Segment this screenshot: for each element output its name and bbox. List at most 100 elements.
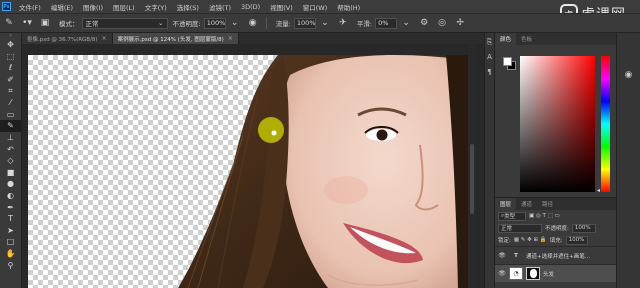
color-panel-tabs: 颜色 色板 [495,33,616,45]
flow-input[interactable]: 100% [293,17,316,29]
layer-filter-select[interactable]: ⌕ 类型 [498,211,526,221]
rectangle-tool-icon[interactable]: □ [0,236,21,248]
toolbox: » ✥ ⬚ ℓ ✐ ⌗ ⁄ ▭ ✎ ⊥ ↶ ◇ ■ ● ◐ ✒ T ➤ □ ✋ … [0,33,22,288]
fill-input[interactable]: 100% [565,235,588,245]
layer-thumbnail: ◔ [509,267,523,280]
tab-color[interactable]: 颜色 [495,33,517,45]
menu-window[interactable]: 窗口(W) [298,2,333,12]
chevron-down-icon[interactable]: ⌄ [229,17,241,29]
smoothing-settings-gear-icon[interactable]: ⚙ [418,17,430,29]
opacity-label: 不透明度: [172,20,201,28]
menu-view[interactable]: 视图(V) [265,2,298,12]
layer-mask-thumbnail[interactable] [526,267,540,280]
hue-slider-arrow-icon[interactable]: ◂ [597,187,600,194]
hue-slider[interactable] [601,56,610,192]
chevron-down-icon: ⌄ [158,19,164,27]
pen-tool-icon[interactable]: ✒ [0,201,21,213]
menu-type[interactable]: 文字(Y) [140,2,172,12]
dodge-tool-icon[interactable]: ◐ [0,190,21,202]
healing-tool-icon[interactable]: ▭ [0,109,21,121]
history-brush-tool-icon[interactable]: ↶ [0,143,21,155]
vertical-scrollbar[interactable] [468,44,476,288]
tab-paths[interactable]: 路径 [537,198,558,210]
brush-size-picker-icon[interactable]: •▾ [21,17,33,29]
layer-opacity-input[interactable]: 100% [571,223,596,233]
opacity-input[interactable]: 100% [203,17,226,29]
color-picker-field[interactable] [520,56,595,192]
document-canvas[interactable] [28,55,468,288]
hand-tool-icon[interactable]: ✋ [0,248,21,260]
tab-channels[interactable]: 通道 [516,198,537,210]
tab-swatches[interactable]: 色板 [516,33,537,45]
layers-panel-tabs: 图层 通道 路径 [495,198,616,210]
tab-layers[interactable]: 图层 [495,198,517,210]
portrait-photo [178,55,468,288]
menu-layer[interactable]: 图层(L) [108,2,140,12]
eye-icon[interactable]: 👁 [498,252,506,259]
symmetry-icon[interactable]: ✢ [454,17,466,29]
tab-title: 抠像.psd @ 36.7%(RGB/8) [27,36,98,43]
menu-select[interactable]: 选择(S) [172,2,204,12]
history-panel-icon[interactable]: ⎘ [485,36,494,48]
blend-mode-select[interactable]: 正常 [498,223,542,233]
layer-name: 头发 [543,271,555,278]
menu-bar: Ps 文件(F) 编辑(E) 图像(I) 图层(L) 文字(Y) 选择(S) 滤… [0,0,640,13]
menu-filter[interactable]: 滤镜(T) [204,2,236,12]
brush-preset-icon[interactable]: ✎ [3,17,15,29]
layers-panel: 图层 通道 路径 ⌕ 类型 ▣ ◎ T ⬚ ▭ 正常 不透明度: 100% 锁定… [495,197,616,288]
brush-tool-icon[interactable]: ✎ [0,120,21,132]
mode-value: 正常 [85,20,99,28]
lasso-tool-icon[interactable]: ℓ [0,62,21,74]
layer-row-text[interactable]: 👁 T 通道+选择并遮住+画笔... [495,246,616,264]
zoom-tool-icon[interactable]: ⚲ [0,259,21,271]
mode-select[interactable]: 正常 ⌄ [81,17,168,29]
quick-select-tool-icon[interactable]: ✐ [0,74,21,86]
collapsed-panel-strip: ⎘ A ¶ [484,33,495,288]
character-panel-icon[interactable]: A [485,51,494,63]
menu-image[interactable]: 图像(I) [78,2,108,12]
menu-edit[interactable]: 编辑(E) [46,2,78,12]
brush-panel-icon[interactable]: ◉ [617,69,640,81]
color-panel: 颜色 色板 ◂ [495,33,616,197]
eyedropper-tool-icon[interactable]: ⁄ [0,97,21,109]
pressure-size-icon[interactable]: ◎ [436,17,448,29]
flow-label: 流量: [275,20,291,28]
marquee-tool-icon[interactable]: ⬚ [0,51,21,63]
path-select-tool-icon[interactable]: ➤ [0,225,21,237]
canvas-area[interactable] [22,44,468,288]
blend-mode-value: 正常 [501,226,513,232]
tab-koxiang[interactable]: 抠像.psd @ 36.7%(RGB/8) × [22,33,113,44]
layer-opacity-label: 不透明度: [545,226,569,232]
smoothing-input[interactable]: 0% [375,17,398,29]
lock-icons[interactable]: ▦ ✎ ✥ ⊞ 🔒 [514,237,547,243]
eye-icon[interactable]: 👁 [498,270,506,277]
fill-label: 填充: [549,238,563,244]
foreground-color-swatch[interactable] [503,57,512,66]
mode-label: 模式： [59,20,79,28]
close-icon[interactable]: × [228,35,233,42]
pressure-opacity-icon[interactable]: ◉ [247,17,259,29]
filter-icons[interactable]: ▣ ◎ T ⬚ ▭ [529,213,560,219]
stamp-tool-icon[interactable]: ⊥ [0,132,21,144]
gradient-tool-icon[interactable]: ■ [0,167,21,179]
menu-help[interactable]: 帮助(H) [332,2,365,12]
airbrush-icon[interactable]: ✈ [337,17,349,29]
chevron-down-icon[interactable]: ⌄ [319,17,331,29]
close-icon[interactable]: × [102,35,107,42]
menu-file[interactable]: 文件(F) [14,2,46,12]
paragraph-panel-icon[interactable]: ¶ [485,66,494,78]
brush-settings-icon[interactable]: ▣ [39,17,51,29]
scrollbar-thumb[interactable] [470,144,474,214]
move-tool-icon[interactable]: ✥ [0,39,21,51]
layer-name: 通道+选择并遮住+画笔... [526,253,590,260]
divider [265,17,267,29]
menu-3d[interactable]: 3D(D) [236,3,265,11]
blur-tool-icon[interactable]: ● [0,178,21,190]
eraser-tool-icon[interactable]: ◇ [0,155,21,167]
crop-tool-icon[interactable]: ⌗ [0,85,21,97]
tab-anli[interactable]: 案例展示.psd @ 124% (头发, 图层蒙版/8) × [112,33,239,44]
layer-filter-row: ⌕ 类型 ▣ ◎ T ⬚ ▭ [495,210,616,222]
chevron-down-icon[interactable]: ⌄ [400,17,412,29]
type-tool-icon[interactable]: T [0,213,21,225]
layer-row-hair[interactable]: 👁 ◔ 头发 [495,264,616,282]
